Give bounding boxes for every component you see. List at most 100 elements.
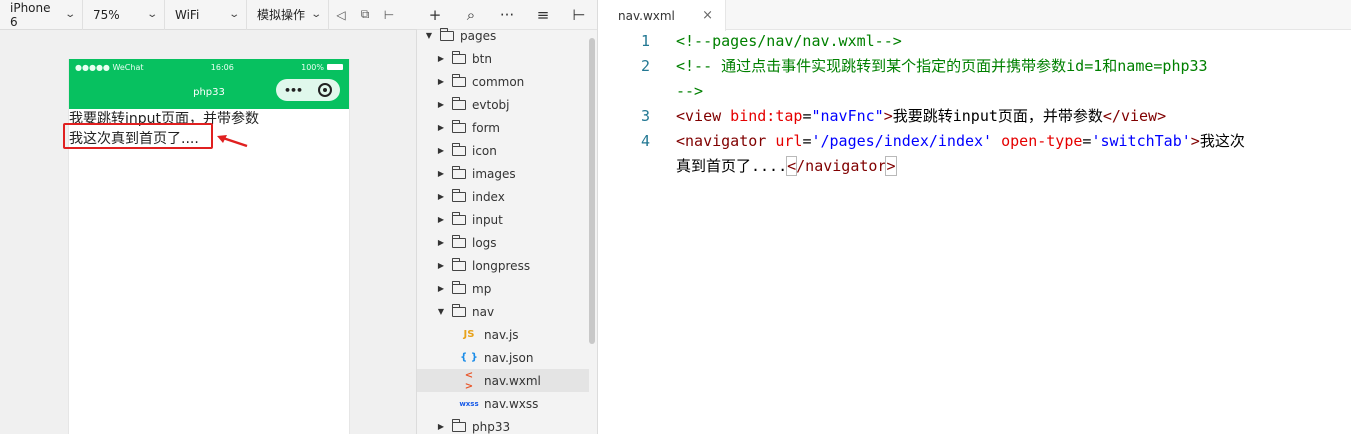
code-text: 我要跳转input页面，并带参数 [892,107,1103,125]
chevron-right-icon[interactable]: ▶ [435,100,447,109]
simulator-panel: iPhone 6 ⌄ 75% ⌄ WiFi ⌄ 模拟操作 ⌄ ◁ ⧉ ⊢ ●●●… [0,0,417,434]
code-string: 'switchTab' [1091,132,1191,150]
tree-item-label: btn [472,51,492,66]
tree-folder[interactable]: ▶ form [417,116,589,139]
chevron-right-icon[interactable]: ▶ [435,215,447,224]
file-type-icon: wxss [459,399,479,408]
tab-nav-wxml[interactable]: nav.wxml × [598,0,726,31]
code-text: 我这次 [1199,132,1245,150]
chevron-down-icon[interactable]: ▼ [423,31,435,40]
folder-open-icon [452,303,466,317]
tree-item-label: mp [472,281,492,296]
chevron-right-icon[interactable]: ▶ [435,238,447,247]
navigation-bar: php33 ••• [69,75,349,109]
chevron-right-icon[interactable]: ▶ [435,169,447,178]
code-line-2-wrap[interactable]: --> [676,79,703,104]
close-icon[interactable]: × [702,8,713,23]
folder-icon [452,142,466,156]
folder-icon [452,165,466,179]
tree-folder[interactable]: ▶ common [417,70,589,93]
code-tag: <navigator [676,132,767,150]
folder-icon [452,418,466,432]
close-target-icon[interactable] [318,83,333,97]
code-comment: --> [676,82,704,100]
code-line-2[interactable]: <!-- 通过点击事件实现跳转到某个指定的页面并携带参数id=1和name=ph… [676,54,1208,79]
code-line-1[interactable]: <!--pages/nav/nav.wxml--> [676,29,902,54]
tree-item-label: longpress [472,258,531,273]
code-string: '/pages/index/index' [811,132,993,150]
tree-folder[interactable]: ▶ logs [417,231,589,254]
network-select[interactable]: WiFi ⌄ [165,0,247,30]
folder-icon [452,73,466,87]
tree-folder[interactable]: ▶ index [417,185,589,208]
tree-item-label: php33 [472,419,511,434]
tree-scrollbar[interactable] [589,38,595,344]
chevron-right-icon[interactable]: ▶ [435,422,447,431]
tree-folder[interactable]: ▶ evtobj [417,93,589,116]
code-line-4[interactable]: <navigator url='/pages/index/index' open… [676,129,1245,154]
signal-indicator: ●●●●● WeChat [75,62,144,72]
simulate-ops-value: 模拟操作 [257,8,306,22]
tree-folder[interactable]: ▶ icon [417,139,589,162]
editor-tab-strip: nav.wxml × [598,0,1351,31]
folder-icon [452,234,466,248]
chevron-down-icon[interactable]: ▼ [435,307,447,316]
folder-icon [452,119,466,133]
tree-folder[interactable]: ▶ input [417,208,589,231]
chevron-right-icon[interactable]: ▶ [435,284,447,293]
code-editor-panel: nav.wxml × 1 2 3 4 <!--pages/nav/nav.wxm… [598,0,1351,434]
line-number: 4 [640,132,650,150]
code-line-3[interactable]: <view bind:tap="navFnc">我要跳转input页面，并带参数… [676,104,1166,129]
annotation-arrow-icon [217,135,248,148]
tree-folder[interactable]: ▶ images [417,162,589,185]
tree-item-label: images [472,166,516,181]
volume-icon[interactable]: ◁ [329,0,353,30]
simulate-ops-select[interactable]: 模拟操作 ⌄ [247,0,329,30]
tree-file[interactable]: wxss nav.wxss [417,392,589,415]
file-type-icon: { } [460,352,478,363]
tree-item-label: evtobj [472,97,510,112]
simulator-toolbar: iPhone 6 ⌄ 75% ⌄ WiFi ⌄ 模拟操作 ⌄ ◁ ⧉ ⊢ [0,0,417,30]
tree-item-label: icon [472,143,497,158]
status-time: 16:06 [210,62,234,72]
battery-icon [326,64,343,70]
code-attr: url [766,132,803,150]
chevron-right-icon[interactable]: ▶ [435,123,447,132]
status-bar: ●●●●● WeChat 16:06 100% [69,59,349,75]
phone-screen: ●●●●● WeChat 16:06 100% php33 ••• 我要跳转in… [68,59,350,434]
folder-icon [452,280,466,294]
window-icon[interactable]: ⧉ [353,0,377,30]
tree-folder[interactable]: ▶ btn [417,47,589,70]
code-tag: <view [676,107,722,125]
tree-item-label: nav.wxss [484,396,539,411]
tree-file[interactable]: { } nav.json [417,346,589,369]
nav-title: php33 [193,86,225,98]
tree-folder[interactable]: ▶ longpress [417,254,589,277]
detach-icon[interactable]: ⊢ [377,0,401,30]
tree-folder[interactable]: ▼ nav [417,300,589,323]
tree-file[interactable]: JS nav.js [417,323,589,346]
chevron-right-icon[interactable]: ▶ [435,261,447,270]
chevron-right-icon[interactable]: ▶ [435,146,447,155]
device-select[interactable]: iPhone 6 ⌄ [0,0,83,30]
code-line-4-wrap[interactable]: 真到首页了....</navigator> [676,154,897,179]
more-icon[interactable]: ••• [284,84,303,97]
folder-icon [452,211,466,225]
tree-file[interactable]: < > nav.wxml [417,369,589,392]
chevron-right-icon[interactable]: ▶ [435,54,447,63]
tree-folder[interactable]: ▶ php33 [417,415,589,434]
zoom-select[interactable]: 75% ⌄ [83,0,165,30]
chevron-right-icon[interactable]: ▶ [435,77,447,86]
code-string: "navFnc" [811,107,884,125]
chevron-right-icon[interactable]: ▶ [435,192,447,201]
menu-capsule[interactable]: ••• [276,79,340,101]
tab-label: nav.wxml [618,8,675,23]
tree-folder[interactable]: ▼ pages [417,24,589,47]
code-comment: <!-- 通过点击事件实现跳转到某个指定的页面并携带参数id=1和name=ph… [676,57,1208,75]
tree-folder[interactable]: ▶ mp [417,277,589,300]
tree-item-label: index [472,189,505,204]
tree-item-label: nav [472,304,495,319]
code-punct: > [1190,132,1200,150]
folder-icon [452,96,466,110]
zoom-select-value: 75% [93,7,120,22]
